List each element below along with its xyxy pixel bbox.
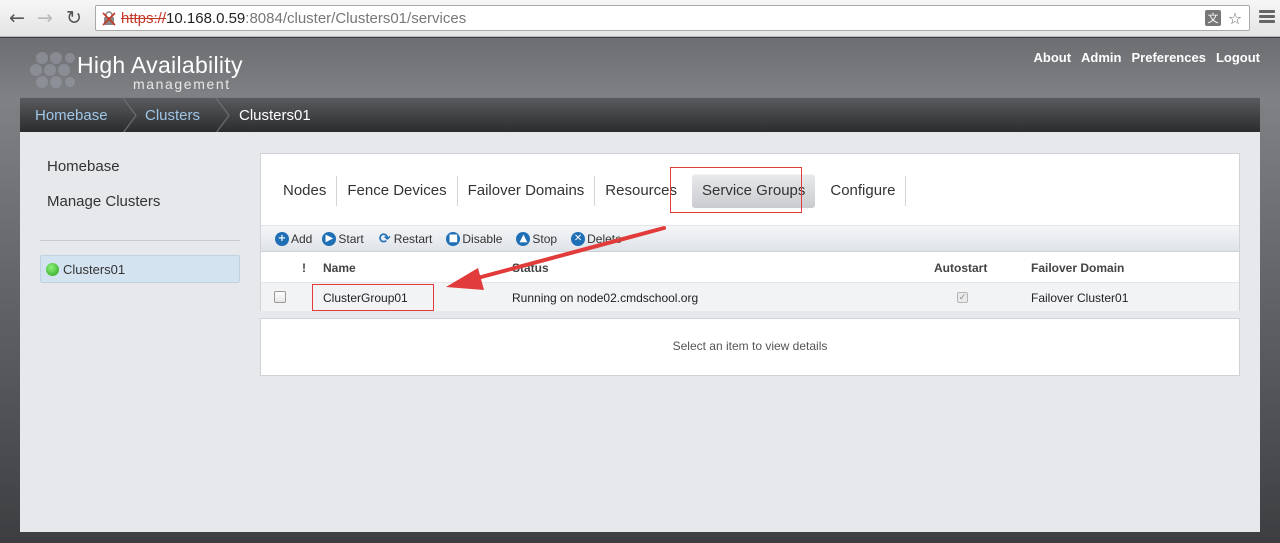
sidebar-divider xyxy=(40,240,240,241)
forward-arrow-icon[interactable]: → xyxy=(34,7,56,29)
column-autostart[interactable]: Autostart xyxy=(934,261,987,275)
details-panel: Select an item to view details xyxy=(260,318,1240,376)
add-button-label: Add xyxy=(291,231,313,246)
tab-resources[interactable]: Resources xyxy=(595,176,687,206)
about-link[interactable]: About xyxy=(1034,50,1072,65)
app-logo: High Availability management xyxy=(22,42,272,98)
app-subtitle: management xyxy=(133,76,231,92)
delete-button-label: Delete xyxy=(587,231,622,246)
tab-bar: Nodes Fence Devices Failover Domains Res… xyxy=(261,168,907,214)
admin-link[interactable]: Admin xyxy=(1081,50,1121,65)
details-placeholder: Select an item to view details xyxy=(672,339,828,353)
column-failover-domain[interactable]: Failover Domain xyxy=(1031,261,1124,275)
hamburger-menu-icon[interactable] xyxy=(1258,8,1276,28)
url-host: 10.168.0.59 xyxy=(166,10,246,27)
browser-toolbar: ← → ↻ https://10.168.0.59:8084/cluster/C… xyxy=(0,0,1280,37)
tab-fence-devices[interactable]: Fence Devices xyxy=(337,176,458,206)
cell-status: Running on node02.cmdschool.org xyxy=(512,291,699,305)
content-area: Homebase Manage Clusters Clusters01 Node… xyxy=(20,132,1260,532)
restart-button-label: Restart xyxy=(393,231,433,246)
tab-configure[interactable]: Configure xyxy=(820,176,907,206)
delete-x-icon: ✕ xyxy=(571,231,586,246)
grid-header: ! Name Status Autostart Failover Domain xyxy=(261,252,1239,282)
sidebar-item-cluster[interactable]: Clusters01 xyxy=(40,255,240,283)
column-status[interactable]: Status xyxy=(512,261,549,275)
plus-icon: + xyxy=(275,231,289,246)
table-row[interactable]: ClusterGroup01 Running on node02.cmdscho… xyxy=(261,282,1239,311)
app-window: High Availability management About Admin… xyxy=(0,38,1280,543)
translate-icon[interactable]: 文 xyxy=(1205,10,1221,26)
add-button[interactable]: + Add xyxy=(275,231,313,246)
breadcrumb-homebase[interactable]: Homebase xyxy=(35,98,108,133)
services-panel: Nodes Fence Devices Failover Domains Res… xyxy=(260,153,1240,311)
tab-failover-domains[interactable]: Failover Domains xyxy=(458,176,596,206)
restart-button[interactable]: ⟳ Restart xyxy=(378,232,433,246)
hexagon-cluster-icon xyxy=(30,52,75,88)
eject-icon: ▲ xyxy=(516,231,531,246)
address-bar[interactable]: https://10.168.0.59:8084/cluster/Cluster… xyxy=(95,5,1250,31)
column-name[interactable]: Name xyxy=(323,261,356,275)
preferences-link[interactable]: Preferences xyxy=(1132,50,1206,65)
cell-name[interactable]: ClusterGroup01 xyxy=(323,291,408,305)
url-scheme: https:// xyxy=(121,10,167,27)
sidebar: Homebase Manage Clusters Clusters01 xyxy=(40,158,240,283)
autostart-checkbox: ✓ xyxy=(957,292,968,303)
star-icon[interactable]: ☆ xyxy=(1225,8,1245,28)
stop-square-icon: ■ xyxy=(446,231,461,246)
chevron-right-icon xyxy=(122,98,137,133)
stop-button[interactable]: ▲ Stop xyxy=(516,231,558,246)
disable-button[interactable]: ■ Disable xyxy=(446,231,503,246)
row-checkbox[interactable] xyxy=(274,291,286,303)
breadcrumb-clusters[interactable]: Clusters xyxy=(145,98,200,133)
cell-failover-domain: Failover Cluster01 xyxy=(1031,291,1129,305)
sidebar-item-manage-clusters[interactable]: Manage Clusters xyxy=(47,193,240,210)
top-nav: About Admin Preferences Logout xyxy=(1034,50,1261,65)
play-icon: ▶ xyxy=(322,231,337,246)
column-flag[interactable]: ! xyxy=(302,261,306,275)
broken-lock-icon xyxy=(102,11,116,26)
app-title: High Availability xyxy=(77,52,243,78)
url-path: :8084/cluster/Clusters01/services xyxy=(245,10,467,27)
cluster-label: Clusters01 xyxy=(63,262,126,277)
stop-button-label: Stop xyxy=(532,231,558,246)
tab-nodes[interactable]: Nodes xyxy=(273,176,338,206)
reload-icon[interactable]: ↻ xyxy=(63,7,85,29)
logout-link[interactable]: Logout xyxy=(1216,50,1260,65)
chevron-right-icon xyxy=(215,98,230,133)
action-toolbar: + Add ▶ Start ⟳ Restart ■ Disable ▲ Stop ✕ Del… xyxy=(261,225,1239,252)
start-button[interactable]: ▶ Start xyxy=(322,231,364,246)
tab-service-groups[interactable]: Service Groups xyxy=(692,174,816,208)
breadcrumb: Homebase Clusters Clusters01 xyxy=(20,97,1260,133)
breadcrumb-current: Clusters01 xyxy=(239,107,311,124)
start-button-label: Start xyxy=(338,231,364,246)
back-arrow-icon[interactable]: ← xyxy=(6,7,28,29)
status-online-icon xyxy=(46,263,59,276)
url-text: https://10.168.0.59:8084/cluster/Cluster… xyxy=(121,10,466,27)
restart-icon: ⟳ xyxy=(378,230,391,247)
disable-button-label: Disable xyxy=(462,231,503,246)
delete-button[interactable]: ✕ Delete xyxy=(571,231,622,246)
sidebar-item-homebase[interactable]: Homebase xyxy=(47,158,240,175)
